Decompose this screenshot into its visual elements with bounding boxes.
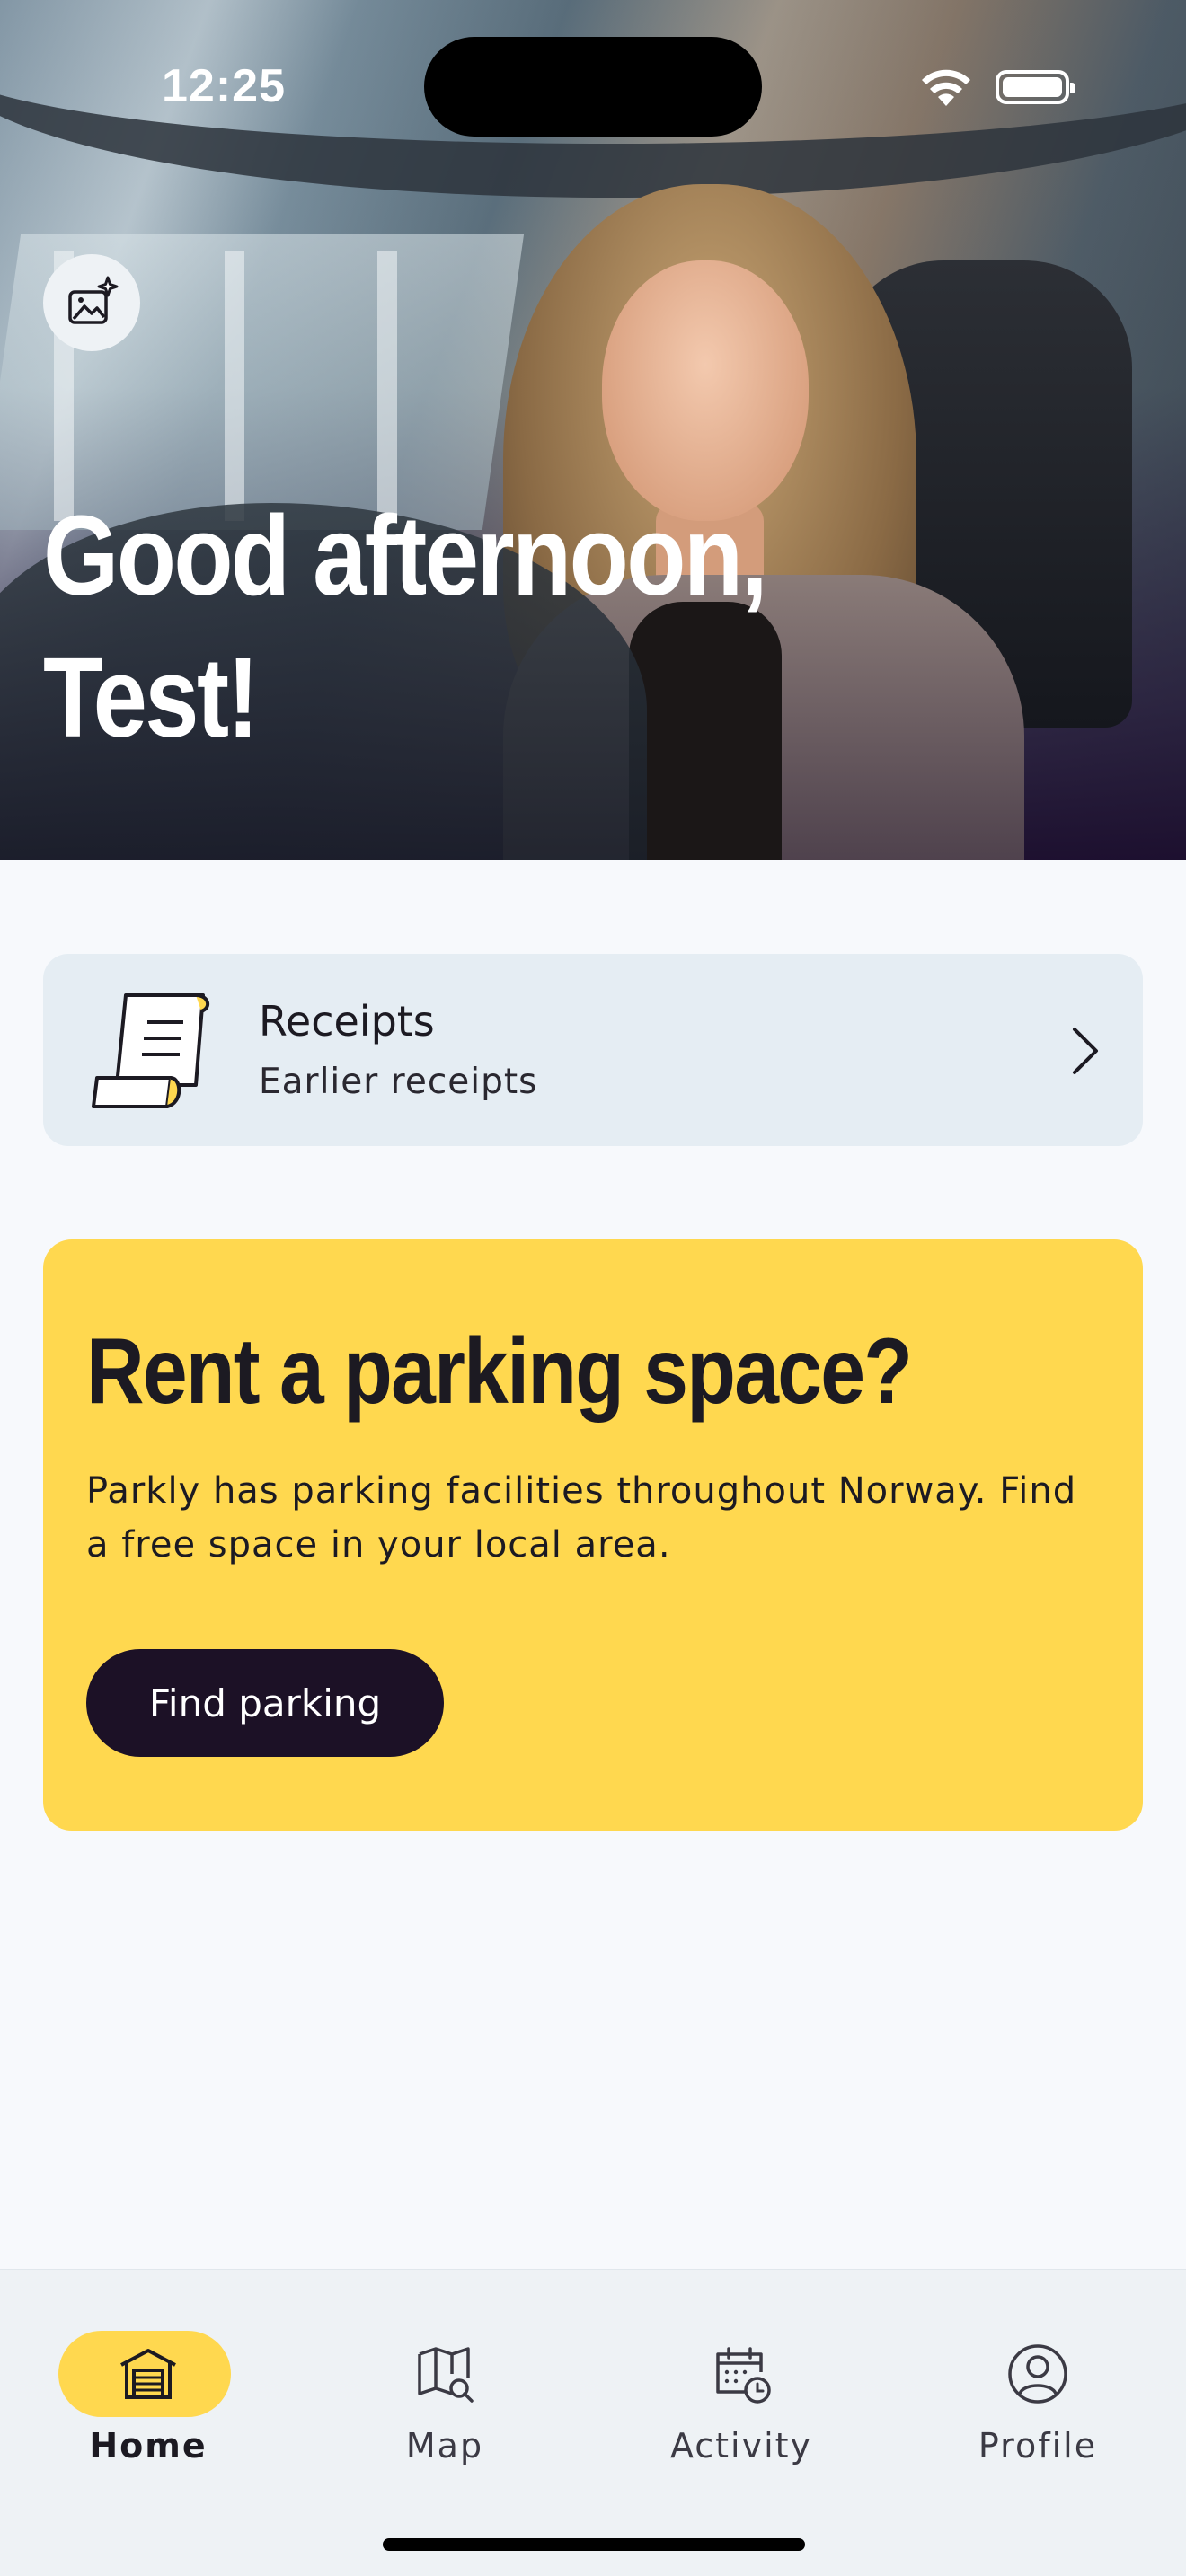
receipt-scroll-icon xyxy=(92,993,210,1108)
find-parking-button[interactable]: Find parking xyxy=(86,1649,444,1757)
building-pillar xyxy=(225,251,244,521)
tab-label-profile: Profile xyxy=(978,2426,1098,2466)
tab-label-map: Map xyxy=(405,2426,484,2466)
dynamic-island xyxy=(424,37,762,137)
greeting-heading: Good afternoon, Test! xyxy=(43,492,768,761)
tab-home[interactable]: Home xyxy=(36,2306,261,2467)
calendar-clock-icon xyxy=(716,2347,771,2404)
tab-map[interactable]: Map xyxy=(332,2306,557,2467)
home-indicator xyxy=(383,2538,805,2551)
rent-parking-card: Rent a parking space? Parkly has parking… xyxy=(43,1239,1143,1831)
battery-icon xyxy=(996,70,1075,104)
home-screen: 12:25 Good afternoon, Test! Receipts Ear… xyxy=(0,0,1186,2576)
change-image-button[interactable] xyxy=(43,254,140,351)
garage-icon xyxy=(120,2349,176,2399)
rent-parking-title: Rent a parking space? xyxy=(86,1319,913,1424)
receipts-card[interactable]: Receipts Earlier receipts xyxy=(43,954,1143,1146)
person-face xyxy=(602,260,809,521)
tab-label-activity: Activity xyxy=(669,2426,813,2466)
receipts-subtitle: Earlier receipts xyxy=(259,1062,538,1102)
building-pillar xyxy=(377,251,397,521)
hero-banner: 12:25 Good afternoon, Test! xyxy=(0,0,1186,860)
tab-profile[interactable]: Profile xyxy=(925,2306,1150,2467)
user-circle-icon xyxy=(1008,2344,1067,2404)
tab-activity[interactable]: Activity xyxy=(629,2306,854,2467)
tab-label-home: Home xyxy=(89,2426,208,2466)
wifi-icon xyxy=(922,69,970,106)
image-sparkle-icon xyxy=(68,276,119,324)
bottom-tab-bar: Home Map Activity Profile xyxy=(0,2269,1186,2576)
rent-parking-description: Parkly has parking facilities throughout… xyxy=(86,1470,1077,1566)
receipts-title: Receipts xyxy=(259,997,435,1045)
map-search-icon xyxy=(418,2347,474,2403)
chevron-right-icon xyxy=(1073,1028,1098,1074)
status-time: 12:25 xyxy=(162,60,286,112)
